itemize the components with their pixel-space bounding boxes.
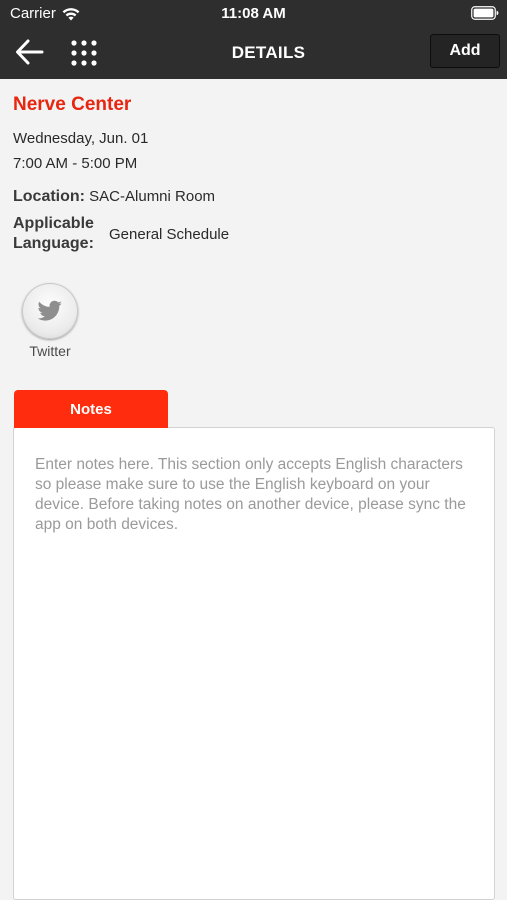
page-title: DETAILS <box>231 43 306 62</box>
location-label: Location: <box>13 188 85 205</box>
twitter-bird-icon <box>37 300 62 321</box>
notes-input[interactable] <box>14 428 494 899</box>
twitter-label: Twitter <box>29 343 71 359</box>
event-date: Wednesday, Jun. 01 <box>13 130 149 147</box>
status-time: 11:08 AM <box>221 5 286 22</box>
twitter-share-button[interactable] <box>22 283 78 339</box>
navigation-bar: DETAILS Add <box>0 28 507 79</box>
grid-menu-icon[interactable] <box>70 39 98 67</box>
language-label: Applicable Language: <box>13 215 94 252</box>
location-row: Location: SAC-Alumni Room <box>13 188 215 206</box>
tab-notes[interactable]: Notes <box>14 390 168 428</box>
notes-panel <box>13 427 495 900</box>
add-button[interactable]: Add <box>430 34 500 68</box>
language-value: General Schedule <box>109 226 230 243</box>
event-title: Nerve Center <box>13 94 132 115</box>
arrow-left-icon[interactable] <box>14 38 46 66</box>
battery-icon <box>471 6 499 20</box>
status-bar: Carrier 11:08 AM <box>0 0 507 28</box>
top-bar: Carrier 11:08 AM DETAILS Add <box>0 0 507 79</box>
event-time: 7:00 AM - 5:00 PM <box>13 155 138 172</box>
location-value: SAC-Alumni Room <box>89 188 216 205</box>
